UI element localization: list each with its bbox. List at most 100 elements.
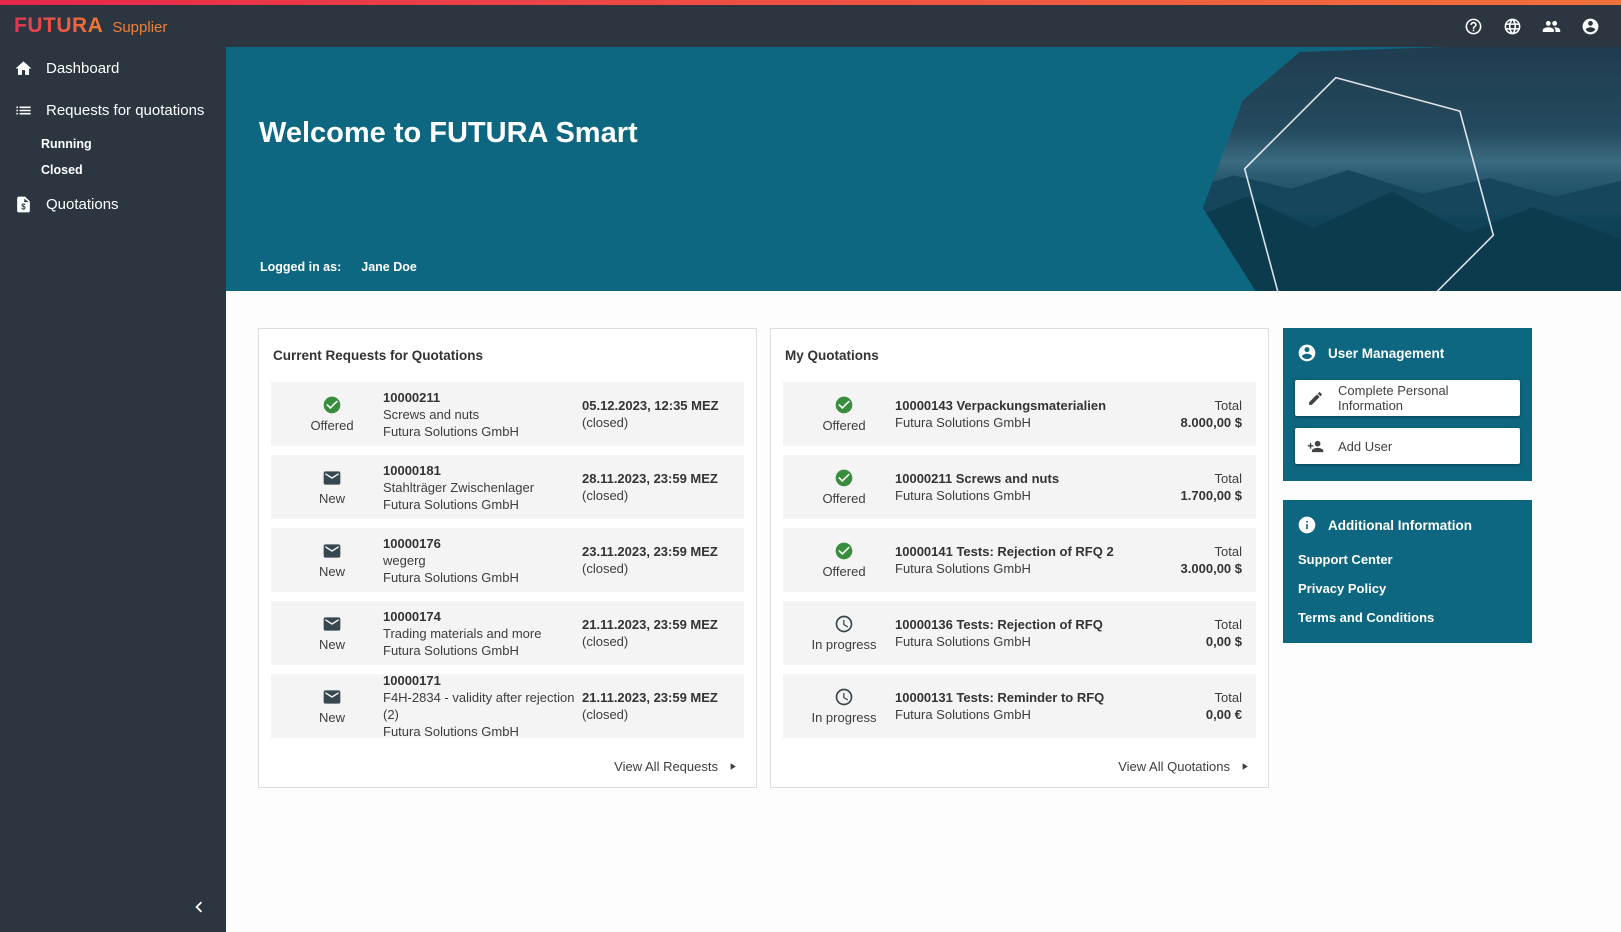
quotation-company: Futura Solutions GmbH [895, 633, 1136, 650]
mail-icon [322, 541, 342, 561]
rfq-id: 10000181 [383, 462, 576, 479]
complete-personal-information-button[interactable]: Complete Personal Information [1295, 380, 1520, 416]
total-label: Total [1142, 397, 1242, 414]
requests-card-title: Current Requests for Quotations [271, 341, 744, 382]
rfq-deadline-note: (closed) [582, 560, 734, 577]
arrow-right-icon [1239, 761, 1250, 772]
rfq-description: Trading materials and more [383, 625, 576, 642]
help-icon[interactable] [1460, 13, 1486, 39]
rfq-company: Futura Solutions GmbH [383, 569, 576, 586]
rfq-row[interactable]: Offered 10000211 Screws and nuts Futura … [271, 382, 744, 446]
requests-card: Current Requests for Quotations Offered … [258, 328, 757, 788]
total-label: Total [1142, 543, 1242, 560]
rfq-deadline: 05.12.2023, 12:35 MEZ [582, 397, 734, 414]
total-label: Total [1142, 470, 1242, 487]
clock-icon [834, 687, 854, 707]
rfq-deadline-note: (closed) [582, 706, 734, 723]
checkmark-circle-icon [834, 541, 854, 561]
rfq-description: wegerg [383, 552, 576, 569]
logged-in-status: Logged in as: Jane Doe [260, 260, 417, 274]
rfq-id: 10000211 [383, 389, 576, 406]
support-center-link[interactable]: Support Center [1298, 552, 1517, 567]
rfq-description: F4H-2834 - validity after rejection (2) [383, 689, 576, 723]
quotation-title: 10000131 Tests: Reminder to RFQ [895, 689, 1136, 706]
rfq-company: Futura Solutions GmbH [383, 642, 576, 659]
rfq-deadline-note: (closed) [582, 414, 734, 431]
quotation-title: 10000136 Tests: Rejection of RFQ [895, 616, 1136, 633]
welcome-banner: Welcome to FUTURA Smart Logged in as: Ja… [226, 47, 1621, 291]
rfq-id: 10000176 [383, 535, 576, 552]
logged-in-user: Jane Doe [361, 260, 417, 274]
quote-document-icon: $ [14, 195, 33, 214]
sidebar-item-label: Dashboard [46, 60, 119, 77]
arrow-right-icon [727, 761, 738, 772]
sidebar-item-quotations[interactable]: $ Quotations [0, 183, 226, 225]
quotations-card-title: My Quotations [783, 341, 1256, 382]
total-amount: 8.000,00 $ [1142, 414, 1242, 431]
view-all-quotations-link[interactable]: View All Quotations [783, 747, 1256, 782]
community-icon[interactable] [1538, 13, 1564, 39]
rfq-row[interactable]: New 10000176 wegerg Futura Solutions Gmb… [271, 528, 744, 592]
user-management-card: User Management Complete Personal Inform… [1283, 328, 1532, 481]
status-badge: New [319, 491, 345, 506]
svg-text:$: $ [21, 202, 26, 211]
terms-and-conditions-link[interactable]: Terms and Conditions [1298, 610, 1517, 625]
quotation-company: Futura Solutions GmbH [895, 560, 1136, 577]
sidebar-item-dashboard[interactable]: Dashboard [0, 47, 226, 89]
rfq-company: Futura Solutions GmbH [383, 496, 576, 513]
sidebar-subitem-running[interactable]: Running [0, 131, 226, 157]
hexagon-outline [1235, 59, 1503, 291]
total-label: Total [1142, 689, 1242, 706]
quotation-row[interactable]: Offered 10000141 Tests: Rejection of RFQ… [783, 528, 1256, 592]
status-badge: New [319, 564, 345, 579]
quotation-row[interactable]: Offered 10000143 Verpackungsmaterialien … [783, 382, 1256, 446]
total-label: Total [1142, 616, 1242, 633]
status-badge: Offered [310, 418, 353, 433]
user-management-title: User Management [1328, 346, 1444, 361]
account-icon[interactable] [1577, 13, 1603, 39]
brand-logo: FUTURA Supplier [14, 14, 167, 38]
main-sidebar: Dashboard Requests for quotations Runnin… [0, 47, 226, 932]
sidebar-item-label: Quotations [46, 196, 119, 213]
checkmark-circle-icon [834, 468, 854, 488]
list-icon [14, 101, 33, 120]
quotations-card: My Quotations Offered 10000143 Verpackun… [770, 328, 1269, 788]
view-all-requests-link[interactable]: View All Requests [271, 747, 744, 782]
home-icon [14, 59, 33, 78]
rfq-description: Screws and nuts [383, 406, 576, 423]
checkmark-circle-icon [322, 395, 342, 415]
rfq-deadline: 23.11.2023, 23:59 MEZ [582, 543, 734, 560]
status-badge: Offered [822, 564, 865, 579]
status-badge: New [319, 637, 345, 652]
quotation-row[interactable]: In progress 10000136 Tests: Rejection of… [783, 601, 1256, 665]
add-user-button[interactable]: Add User [1295, 428, 1520, 464]
total-amount: 3.000,00 $ [1142, 560, 1242, 577]
rfq-deadline: 21.11.2023, 23:59 MEZ [582, 616, 734, 633]
rfq-row[interactable]: New 10000171 F4H-2834 - validity after r… [271, 674, 744, 738]
sidebar-collapse-button[interactable] [186, 894, 212, 920]
status-badge: Offered [822, 491, 865, 506]
sidebar-item-requests-for-quotations[interactable]: Requests for quotations [0, 89, 226, 131]
person-add-icon [1307, 438, 1324, 455]
clock-icon [834, 614, 854, 634]
rfq-row[interactable]: New 10000174 Trading materials and more … [271, 601, 744, 665]
status-badge: In progress [811, 710, 876, 725]
rfq-deadline: 21.11.2023, 23:59 MEZ [582, 689, 734, 706]
rfq-row[interactable]: New 10000181 Stahlträger Zwischenlager F… [271, 455, 744, 519]
brand-name: FUTURA [14, 14, 103, 38]
rfq-deadline-note: (closed) [582, 487, 734, 504]
rfq-company: Futura Solutions GmbH [383, 723, 576, 740]
checkmark-circle-icon [834, 395, 854, 415]
language-globe-icon[interactable] [1499, 13, 1525, 39]
status-badge: Offered [822, 418, 865, 433]
rfq-company: Futura Solutions GmbH [383, 423, 576, 440]
quotation-row[interactable]: Offered 10000211 Screws and nuts Futura … [783, 455, 1256, 519]
total-amount: 0,00 € [1142, 706, 1242, 723]
quotation-row[interactable]: In progress 10000131 Tests: Reminder to … [783, 674, 1256, 738]
quotation-title: 10000141 Tests: Rejection of RFQ 2 [895, 543, 1136, 560]
page-title: Welcome to FUTURA Smart [259, 117, 638, 150]
sidebar-subitem-closed[interactable]: Closed [0, 157, 226, 183]
logged-in-label: Logged in as: [260, 260, 341, 274]
privacy-policy-link[interactable]: Privacy Policy [1298, 581, 1517, 596]
additional-information-title: Additional Information [1328, 518, 1472, 533]
